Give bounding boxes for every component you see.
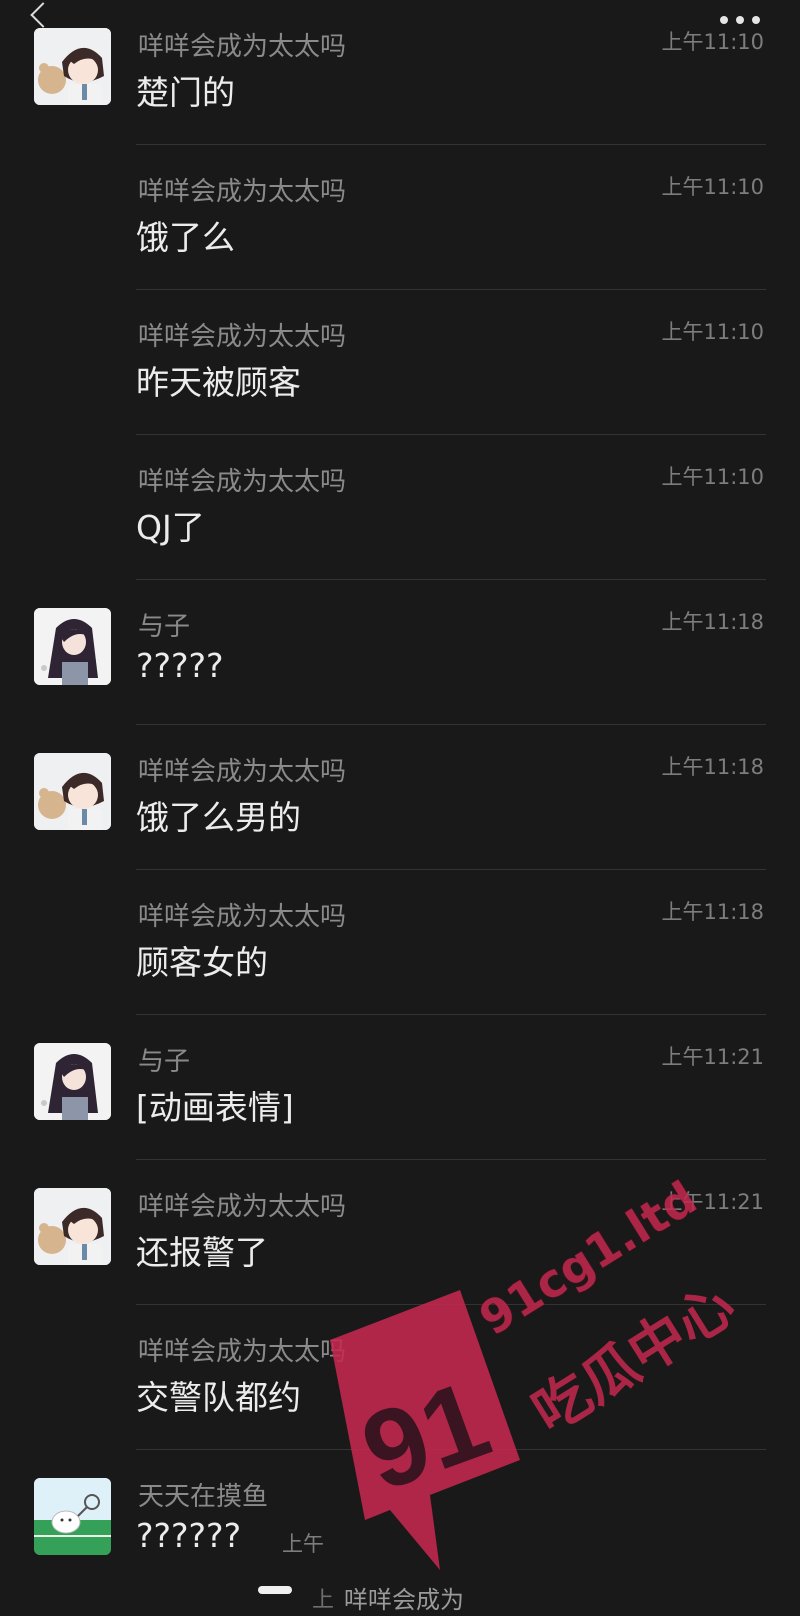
message-text[interactable]: 饿了么 (136, 211, 235, 259)
avatar-girl[interactable] (34, 1043, 111, 1120)
message-text[interactable]: [动画表情] (136, 1081, 294, 1129)
chat-message: 咩咩会成为太太吗 上午11:18 饿了么男的 (0, 725, 800, 870)
chat-message: 咩咩会成为太太吗 上午11:10 饿了么 (0, 145, 800, 290)
message-text[interactable]: 交警队都约 (136, 1371, 301, 1419)
message-text[interactable]: QJ了 (136, 501, 205, 549)
sender-name: 与子 (138, 612, 191, 642)
message-time: 上午11:10 (661, 465, 764, 489)
chat-message: 咩咩会成为太太吗 上午11:10 昨天被顾客 (0, 290, 800, 435)
sender-name: 咩咩会成为太太吗 (138, 1192, 347, 1222)
home-indicator (258, 1586, 292, 1594)
avatar-boy[interactable] (34, 753, 111, 830)
chat-message: 与子 上午11:18 ????? (0, 580, 800, 725)
message-text[interactable]: 顾客女的 (136, 936, 268, 984)
message-time: 上午11:18 (661, 755, 764, 779)
message-text[interactable]: 昨天被顾客 (136, 356, 301, 404)
sender-name: 咩咩会成为太太吗 (138, 322, 347, 352)
avatar-girl[interactable] (34, 608, 111, 685)
sender-name: 天天在摸鱼 (138, 1482, 269, 1512)
chat-message: 与子 上午11:21 [动画表情] (0, 1015, 800, 1160)
message-text[interactable]: 还报警了 (136, 1226, 268, 1274)
chat-message: 咩咩会成为太太吗 上午11:10 QJ了 (0, 435, 800, 580)
message-time: 上午11:10 (661, 175, 764, 199)
avatar-boy[interactable] (34, 28, 111, 105)
message-text[interactable]: ?????? (136, 1516, 241, 1555)
chat-message: 咩咩会成为太太吗 上午11:18 顾客女的 (0, 870, 800, 1015)
avatar-boy[interactable] (34, 1188, 111, 1265)
sender-name: 咩咩会成为太太吗 (138, 177, 347, 207)
message-text[interactable]: 饿了么男的 (136, 791, 301, 839)
message-text[interactable]: ????? (136, 646, 224, 685)
message-time: 上午11:21 (661, 1045, 764, 1069)
sender-name: 咩咩会成为太太吗 (138, 757, 347, 787)
sender-name: 咩咩会成为太太吗 (138, 902, 347, 932)
avatar-fish[interactable] (34, 1478, 111, 1555)
message-text[interactable]: 楚门的 (136, 66, 235, 114)
message-time: 上午11:18 (661, 900, 764, 924)
message-time: 上午11:10 (661, 30, 764, 54)
sender-name: 咩咩会成为太太吗 (138, 467, 347, 497)
message-time: 上午11:10 (661, 320, 764, 344)
message-time: 上午11:18 (661, 610, 764, 634)
sender-name: 咩咩会成为太太吗 (138, 32, 347, 62)
sender-name: 与子 (138, 1047, 191, 1077)
chat-message: 咩咩会成为太太吗 上午11:10 楚门的 (0, 0, 800, 145)
